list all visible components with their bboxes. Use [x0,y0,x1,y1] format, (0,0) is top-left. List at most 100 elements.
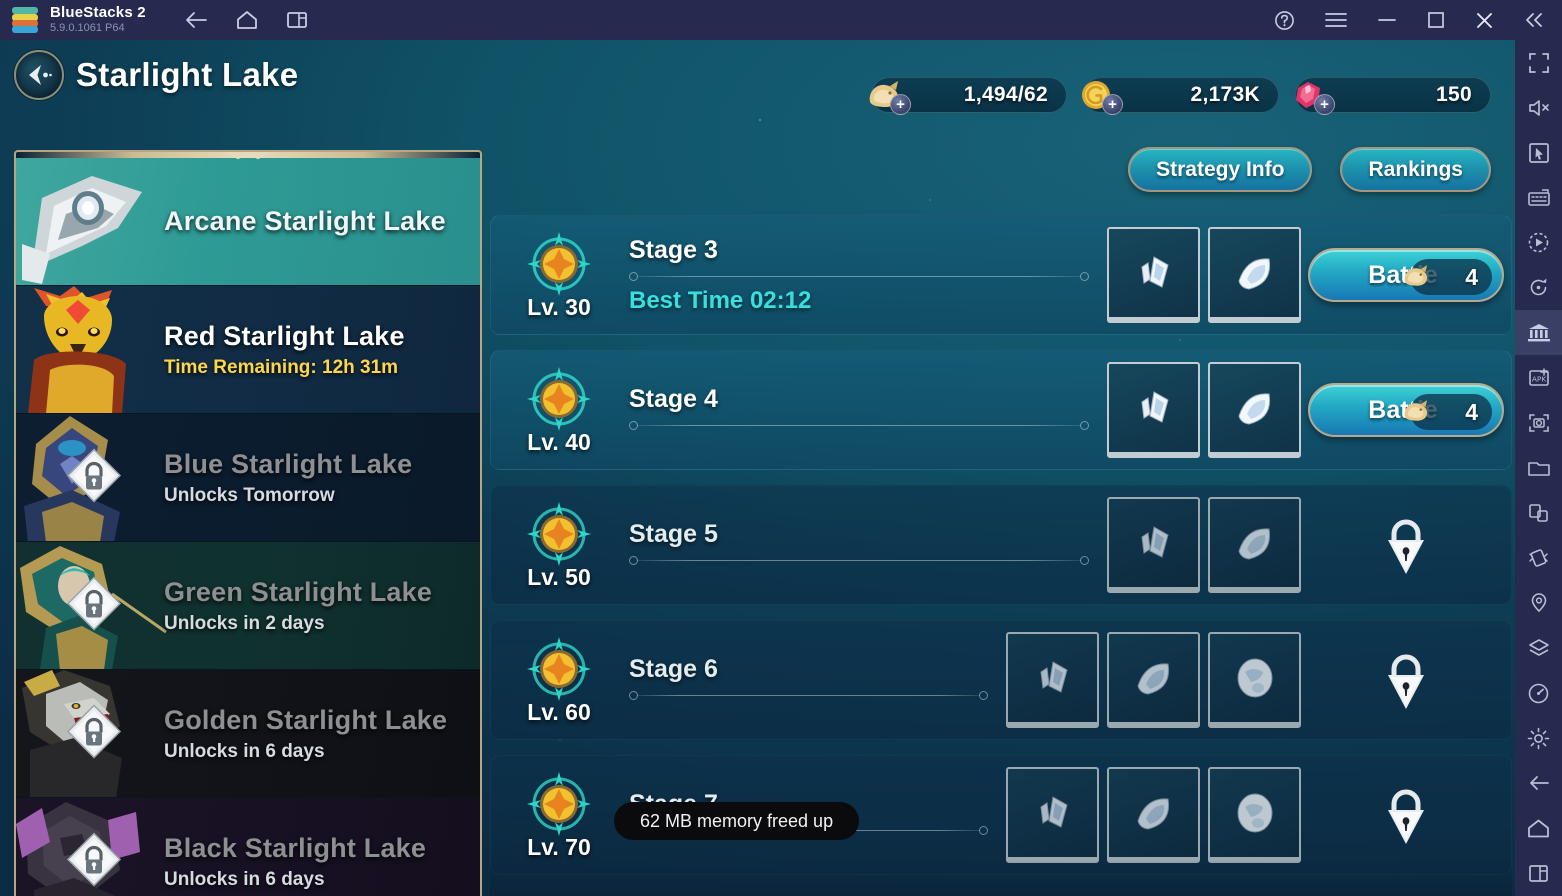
stage-lock-icon [1388,789,1424,844]
stage-row[interactable] [490,890,1512,896]
lake-item-red[interactable]: Red Starlight Lake Time Remaining: 12h 3… [16,286,480,414]
stage-lock-icon [1388,519,1424,574]
stage-name: Stage 6 [629,654,718,683]
app-version: 5.9.0.1061 P64 [50,22,125,35]
currency-bar: + 1,494/62 + 2,173K + 150 [869,77,1491,115]
media-folder-icon[interactable] [1515,445,1562,490]
lake-item-green[interactable]: Green Starlight Lake Unlocks in 2 days [16,542,480,670]
stage-row[interactable]: Lv. 40 Stage 4 Battle 4 [490,350,1512,470]
crystal-icon [1237,258,1270,290]
rankings-button[interactable]: Rankings [1340,147,1491,192]
mute-icon[interactable] [1515,85,1562,130]
maximize-icon[interactable] [1427,11,1445,29]
android-back-icon[interactable] [1515,761,1562,806]
lake-name: Black Starlight Lake [164,833,427,863]
lake-item-black[interactable]: Black Starlight Lake Unlocks in 6 days [16,798,480,896]
lake-name: Golden Starlight Lake [164,704,448,735]
minimize-icon[interactable] [1377,14,1397,26]
collapse-icon[interactable] [1524,11,1544,29]
fullscreen-icon[interactable] [1515,40,1562,85]
level-star-icon [527,366,591,431]
stage-name: Stage 3 [629,235,718,264]
add-gold-button[interactable]: + [1102,94,1123,115]
keyboard-controls-icon[interactable] [1515,175,1562,220]
reward-tile[interactable] [1208,227,1301,323]
lake-item-arcane[interactable]: Arcane Starlight Lake [16,158,480,286]
stage-lock-icon [1388,654,1424,709]
panel-ornament-icon [222,152,274,170]
bluestacks-title-bar: BlueStacks 2 5.9.0.1061 P64 [0,0,1562,40]
reward-tile[interactable] [1006,767,1099,863]
screenshot-icon[interactable] [1515,400,1562,445]
stage-level: Lv. 70 [527,833,591,860]
battle-button[interactable]: Battle 4 [1308,383,1504,437]
reward-tile[interactable] [1208,362,1301,458]
reward-tile[interactable] [1208,767,1301,863]
stage-rewards [1006,767,1301,863]
reward-tile[interactable] [1006,632,1099,728]
stage-level-badge: Lv. 40 [505,365,613,456]
help-icon[interactable] [1274,10,1295,31]
stage-row[interactable]: Lv. 30 Stage 3 Best Time 02:12 Battle 4 [490,215,1512,335]
stage-row[interactable]: Lv. 50 Stage 5 [490,485,1512,605]
multi-instance-manager-icon[interactable] [1515,490,1562,535]
lake-item-blue[interactable]: Blue Starlight Lake Unlocks Tomorrow [16,414,480,542]
reward-tile[interactable] [1107,227,1200,323]
stage-best-time: Best Time 02:12 [629,286,812,314]
install-apk-icon[interactable]: APK [1515,355,1562,400]
settings-gear-icon[interactable] [1515,716,1562,761]
memory-toast-text: 62 MB memory freed up [640,810,834,831]
stage-level-badge: Lv. 60 [505,635,613,726]
app-name: BlueStacks 2 [50,4,146,22]
strategy-info-button[interactable]: Strategy Info [1128,147,1313,192]
reward-tile[interactable] [1208,632,1301,728]
menu-icon[interactable] [1325,12,1347,28]
stage-info: Stage 3 Best Time 02:12 [613,236,1107,315]
level-star-icon [527,231,591,296]
window-controls [1274,10,1544,31]
home-icon[interactable] [236,10,258,30]
crystal-icon [1237,528,1270,560]
stage-row[interactable]: Lv. 60 Stage 6 [490,620,1512,740]
reward-tile[interactable] [1107,767,1200,863]
lake-text: Blue Starlight Lake Unlocks Tomorrow [164,449,412,507]
multi-instance-icon[interactable] [286,10,308,30]
back-arrow-icon[interactable] [184,10,208,30]
stage-level: Lv. 50 [527,563,591,590]
macro-record-icon[interactable] [1515,220,1562,265]
android-home-icon[interactable] [1515,806,1562,851]
currency-gold[interactable]: + 2,173K [1082,77,1279,115]
stage-action [1301,647,1511,713]
back-arrow-badge-icon[interactable] [14,50,64,100]
shake-icon[interactable] [1515,536,1562,581]
stage-divider [629,555,1089,567]
stage-divider [629,420,1089,432]
cursor-icon[interactable] [1515,130,1562,175]
stage-rewards [1107,227,1301,323]
add-gem-button[interactable]: + [1314,94,1335,115]
reward-tile[interactable] [1208,497,1301,593]
currency-stamina[interactable]: + 1,494/62 [869,77,1067,115]
stage-action: Battle 4 [1301,383,1511,437]
game-guide-icon[interactable] [1515,310,1562,356]
reward-tile[interactable] [1107,497,1200,593]
app-identity: BlueStacks 2 5.9.0.1061 P64 [50,5,146,34]
lake-item-golden[interactable]: Golden Starlight Lake Unlocks in 6 days [16,670,480,798]
reward-tile[interactable] [1107,362,1200,458]
stage-level: Lv. 40 [527,428,591,455]
add-stamina-button[interactable]: + [890,94,911,115]
rotate-icon[interactable] [1515,265,1562,310]
performance-gauge-icon[interactable] [1515,671,1562,716]
reward-tile[interactable] [1107,632,1200,728]
lake-unlock-text: Unlocks in 6 days [164,869,325,890]
stage-info: Stage 5 [613,520,1107,571]
location-icon[interactable] [1515,581,1562,626]
lake-text: Black Starlight Lake Unlocks in 6 days [164,833,426,891]
battle-button[interactable]: Battle 4 [1308,248,1504,302]
android-recents-icon[interactable] [1515,851,1562,896]
close-icon[interactable] [1475,11,1494,30]
gold-value: 2,173K [1190,83,1260,106]
layers-icon[interactable] [1515,626,1562,671]
currency-gem[interactable]: + 150 [1295,77,1491,115]
lake-unlock-text: Unlocks in 6 days [164,740,325,762]
